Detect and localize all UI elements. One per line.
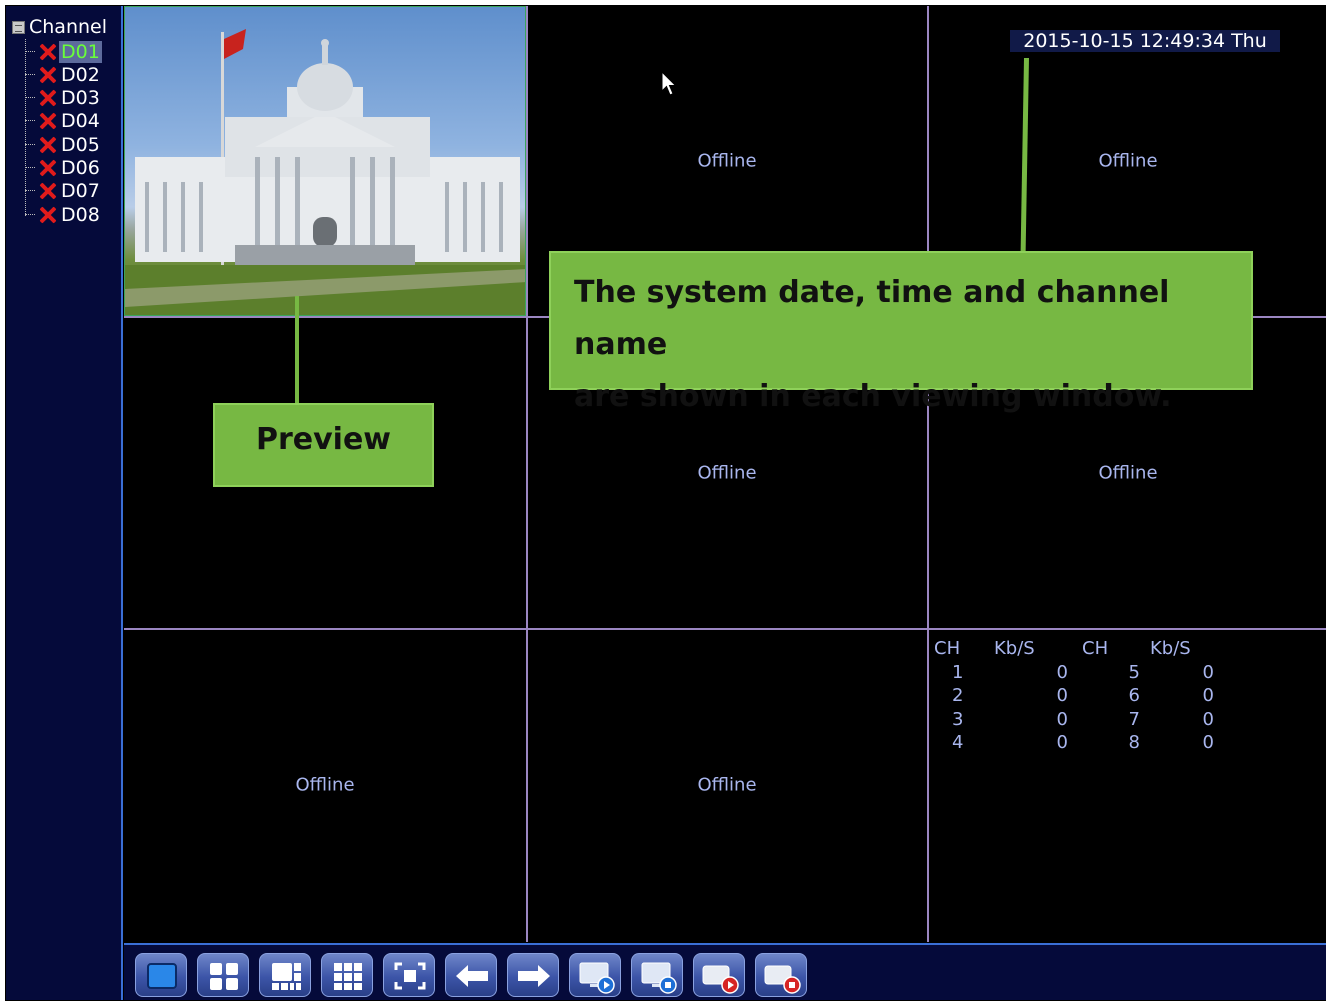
channel-label: D05: [61, 133, 100, 156]
start-sequence-icon: [579, 962, 615, 994]
stats-row: 1 0 5 0: [934, 661, 1220, 685]
x-icon: [37, 134, 59, 156]
bitrate-table: CH Kb/S CH Kb/S 1 0 5 0 2 0 6 0 3 0 7 0 …: [934, 637, 1220, 755]
stats-cell: 7: [1128, 708, 1140, 730]
stop-sequence-icon: [641, 962, 677, 994]
channel-sidebar: Channel D01 D02 D03 D04 D05 D06 D07 D08: [6, 6, 123, 1000]
offline-label-ch6: Offline: [1098, 462, 1158, 484]
x-icon: [37, 157, 59, 179]
previous-icon: [456, 965, 488, 987]
nine-view-button[interactable]: [321, 953, 373, 997]
stats-cell: 3: [952, 708, 964, 730]
stats-cell: 1: [952, 661, 964, 683]
single-view-button[interactable]: [135, 953, 187, 997]
x-icon: [37, 87, 59, 109]
channel-item-d02[interactable]: D02: [25, 63, 102, 86]
fullscreen-button[interactable]: [383, 953, 435, 997]
stats-cell: 5: [1128, 661, 1140, 683]
stop-sequence-button[interactable]: [631, 953, 683, 997]
six-view-icon: [272, 963, 301, 990]
stats-row: 3 0 7 0: [934, 708, 1220, 732]
previous-button[interactable]: [445, 953, 497, 997]
quad-view-button[interactable]: [197, 953, 249, 997]
grid-divider: [526, 6, 528, 942]
channel-item-d03[interactable]: D03: [25, 86, 102, 109]
x-icon: [37, 64, 59, 86]
channel-item-d01[interactable]: D01: [25, 40, 102, 63]
preview-callout: Preview: [213, 403, 434, 487]
channel-item-d04[interactable]: D04: [25, 109, 102, 132]
channel-item-d07[interactable]: D07: [25, 179, 102, 202]
start-sequence-button[interactable]: [569, 953, 621, 997]
datetime-callout: The system date, time and channel name a…: [549, 251, 1253, 414]
offline-label-ch5: Offline: [697, 462, 757, 484]
x-icon: [37, 180, 59, 202]
six-view-button[interactable]: [259, 953, 311, 997]
channel-item-d05[interactable]: D05: [25, 133, 102, 156]
video-tile-preview[interactable]: [124, 6, 526, 316]
offline-label-ch3: Offline: [1098, 150, 1158, 172]
channel-label: D03: [61, 86, 100, 109]
bottom-toolbar: [124, 943, 1326, 1000]
channel-item-d06[interactable]: D06: [25, 156, 102, 179]
quad-view-icon: [210, 963, 238, 990]
channel-label: D01: [59, 40, 102, 63]
stats-cell: 0: [1056, 661, 1068, 683]
stats-cell: 2: [952, 685, 964, 707]
start-record-icon: [702, 965, 739, 994]
stats-header: CH: [1082, 638, 1109, 660]
stats-cell: 0: [1056, 732, 1068, 754]
grid-divider: [927, 6, 929, 942]
stats-cell: 0: [1056, 685, 1068, 707]
channel-item-d08[interactable]: D08: [25, 203, 102, 226]
stats-cell: 4: [952, 732, 964, 754]
stats-cell: 0: [1202, 685, 1214, 707]
offline-label-ch7: Offline: [295, 774, 355, 796]
single-view-icon: [147, 963, 177, 989]
fullscreen-icon: [394, 962, 426, 990]
grid-divider: [124, 628, 1326, 630]
offline-label-ch2: Offline: [697, 150, 757, 172]
datetime-overlay: 2015-10-15 12:49:34 Thu: [1010, 30, 1280, 52]
stats-cell: 8: [1128, 732, 1140, 754]
stats-row: 4 0 8 0: [934, 731, 1220, 755]
stats-cell: 0: [1202, 732, 1214, 754]
stop-record-icon: [764, 965, 801, 994]
channel-root-label: Channel: [29, 16, 108, 38]
channel-label: D04: [61, 109, 100, 132]
stop-record-button[interactable]: [755, 953, 807, 997]
stats-cell: 0: [1202, 708, 1214, 730]
next-button[interactable]: [507, 953, 559, 997]
stats-header: Kb/S: [994, 638, 1035, 660]
channel-label: D06: [61, 156, 100, 179]
channel-label: D08: [61, 203, 100, 226]
callout-text-line: are shown in each viewing window.: [574, 379, 1172, 414]
x-icon: [37, 204, 59, 226]
nine-view-icon: [334, 963, 362, 990]
channel-label: D02: [61, 63, 100, 86]
stats-cell: 0: [1056, 708, 1068, 730]
stats-row: 2 0 6 0: [934, 684, 1220, 708]
channel-tree-root[interactable]: Channel: [12, 16, 107, 38]
x-icon: [37, 41, 59, 63]
offline-label-ch8: Offline: [697, 774, 757, 796]
callout-text-line: The system date, time and channel name: [574, 275, 1170, 362]
next-icon: [518, 965, 550, 987]
folder-icon: [12, 20, 25, 34]
mouse-cursor-icon: [661, 71, 677, 96]
channel-label: D07: [61, 179, 100, 202]
building-image: [125, 29, 525, 315]
stats-cell: 6: [1128, 685, 1140, 707]
start-record-button[interactable]: [693, 953, 745, 997]
stats-cell: 0: [1202, 661, 1214, 683]
x-icon: [37, 110, 59, 132]
stats-header: Kb/S: [1150, 638, 1191, 660]
stats-header: CH: [934, 638, 961, 660]
callout-connector: [295, 296, 299, 404]
